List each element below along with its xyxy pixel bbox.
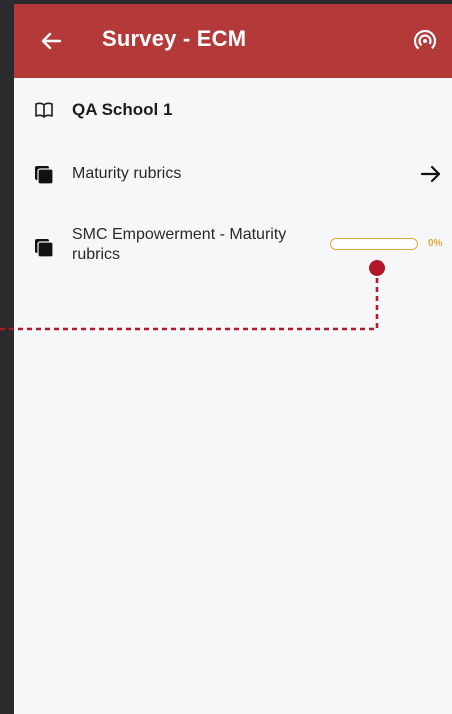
arrow-right-icon[interactable] bbox=[420, 164, 442, 184]
progress-percent: 0% bbox=[428, 238, 443, 249]
signal-icon bbox=[413, 29, 437, 53]
list-item-label: SMC Empowerment - Maturity rubrics bbox=[72, 226, 287, 263]
book-open-icon bbox=[35, 102, 53, 118]
stack-icon bbox=[35, 166, 54, 185]
device-frame bbox=[0, 0, 14, 714]
back-button[interactable] bbox=[34, 24, 68, 58]
list-item-smc-empowerment[interactable]: SMC Empowerment - Maturity rubrics 0% bbox=[14, 206, 452, 286]
school-name: QA School 1 bbox=[72, 100, 173, 119]
list-item-label: Maturity rubrics bbox=[72, 165, 182, 182]
arrow-left-icon bbox=[41, 32, 62, 50]
school-header: QA School 1 bbox=[14, 78, 452, 143]
signal-button[interactable] bbox=[410, 26, 440, 56]
progress-bar bbox=[330, 238, 418, 250]
page-title: Survey - ECM bbox=[102, 26, 247, 51]
app-screen: Survey - ECM QA School 1 Maturity rubric… bbox=[14, 4, 452, 714]
stack-icon bbox=[35, 239, 54, 258]
app-bar: Survey - ECM bbox=[14, 4, 452, 78]
list-item-maturity-rubrics[interactable]: Maturity rubrics bbox=[14, 142, 452, 207]
